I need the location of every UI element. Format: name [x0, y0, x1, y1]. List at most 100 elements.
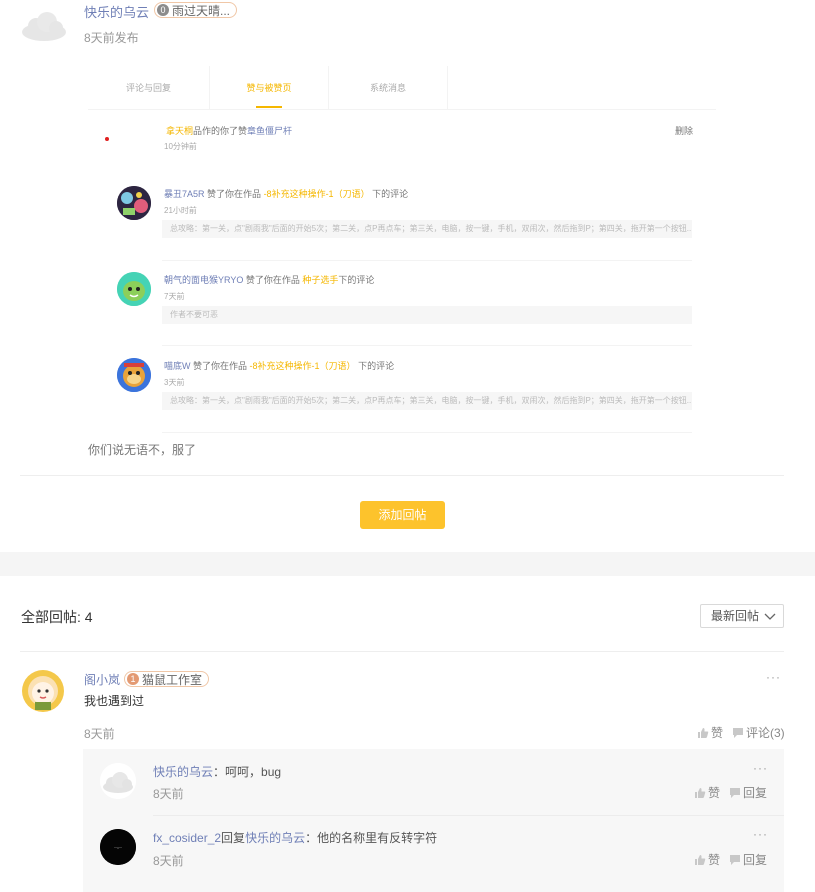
reply-author-badge[interactable]: 1 猫鼠工作室 [124, 671, 210, 687]
notif-delete: 删除 [675, 126, 694, 136]
sub-reply-author[interactable]: 快乐的乌云 [153, 765, 213, 779]
notif-user: 暴丑7A5R [164, 189, 205, 199]
robot-avatar-icon [117, 186, 151, 220]
chevron-down-icon [764, 613, 776, 620]
reply-more-button[interactable]: ··· [766, 670, 781, 684]
notif-quote: 总攻略：第一关，点"剧雨我"后面的开始5次；第二关，点P再点车；第三关，电脑，按… [162, 392, 692, 410]
thumbs-up-icon [695, 787, 706, 798]
comment-icon [730, 787, 740, 798]
notif-quote: 总攻略：第一关，点"剧雨我"后面的开始5次；第二关，点P再点车；第三关，电脑，按… [162, 220, 692, 238]
notif-time: 10分钟前 [164, 142, 197, 151]
reply-comment-button[interactable]: 评论(3) [732, 724, 785, 741]
badge-text: 猫鼠工作室 [142, 672, 203, 687]
notif-avatar [117, 358, 151, 392]
like-label: 赞 [708, 853, 721, 867]
sub-reply-like-button[interactable]: 赞 [694, 851, 720, 868]
unread-dot-icon [105, 137, 109, 141]
post-divider [20, 475, 784, 476]
sub-reply-target[interactable]: 快乐的乌云 [245, 831, 305, 845]
sub-reply-time: 8天前 [153, 854, 184, 868]
screenshot-notification-4: 喵底W 赞了你在作品 -8补充这种操作-1（刀语） 下的评论 [164, 359, 394, 372]
sub-reply-time: 8天前 [153, 787, 184, 801]
reply-author-name[interactable]: 阁小岚 [84, 671, 120, 688]
screenshot-tab-likes: 赞与被赞页 [210, 66, 329, 110]
cartoon-avatar-icon [117, 272, 151, 306]
reply-like-button[interactable]: 赞 [697, 724, 723, 741]
comment-icon [733, 727, 743, 738]
sub-reply-reply-button[interactable]: 回复 [729, 851, 767, 868]
reply-author-avatar[interactable] [21, 669, 65, 713]
comment-label: 评论(3) [746, 726, 785, 740]
notif-text-after: 下的评论 [372, 189, 409, 199]
notif-user: 拿天桐 [166, 126, 194, 136]
like-label: 赞 [708, 786, 721, 800]
add-reply-button[interactable]: 添加回帖 [360, 501, 445, 529]
post-screenshot-image[interactable]: 评论与回复 赞与被赞页 系统消息 拿天桐品作的你了赞章鱼僵尸杆 10分钟前 删除… [88, 66, 716, 438]
notif-text: 赞了你在作品 [245, 275, 300, 285]
sub-reply-separator [153, 815, 784, 816]
comment-icon [730, 854, 740, 865]
post-author-name[interactable]: 快乐的乌云 [84, 2, 149, 21]
sunflower-avatar-icon [22, 670, 64, 712]
replies-divider [20, 651, 784, 652]
sub-reply-more-button[interactable]: ··· [753, 761, 768, 775]
notif-text-after: 下的评论 [338, 275, 375, 285]
screenshot-notification-2: 暴丑7A5R 赞了你在作品 -8补充这种操作-1（刀语） 下的评论 [164, 187, 408, 200]
notif-avatar [117, 186, 151, 220]
notif-text: 赞了你在作品 [193, 361, 248, 371]
dark-avatar-icon [100, 829, 136, 865]
monkey-avatar-icon [117, 358, 151, 392]
sub-reply-like-button[interactable]: 赞 [694, 784, 720, 801]
notif-time: 21小时前 [164, 206, 197, 215]
notif-time: 7天前 [164, 292, 185, 301]
notif-work: 种子选手 [302, 275, 339, 285]
reply-time: 8天前 [84, 727, 115, 741]
notif-work: -8补充这种操作-1（刀语） [263, 189, 370, 199]
sub-reply-avatar[interactable] [100, 763, 136, 799]
sub-reply-avatar[interactable] [100, 829, 136, 865]
sub-reply-line: fx_cosider_2回复快乐的乌云：他的名称里有反转字符 [153, 829, 437, 846]
thumbs-up-icon [695, 854, 706, 865]
sub-reply-author[interactable]: fx_cosider_2 [153, 831, 221, 845]
badge-level: 1 [127, 673, 139, 685]
post-author-badge[interactable]: 0 雨过天晴... [154, 2, 238, 18]
notif-target: 章鱼僵尸杆 [247, 126, 293, 136]
notif-separator [162, 345, 692, 346]
post-body-text: 你们说无语不，服了 [88, 443, 197, 457]
screenshot-notification-1: 拿天桐品作的你了赞章鱼僵尸杆 [166, 124, 292, 137]
section-gap [0, 552, 815, 576]
sub-reply-line: 快乐的乌云：呵呵，bug [153, 763, 281, 780]
notif-separator [162, 432, 692, 433]
reply-text: 我也遇到过 [84, 694, 145, 708]
notif-text: 赞了你在作品 [207, 189, 262, 199]
sub-reply-text: ：呵呵，bug [213, 765, 282, 779]
sub-reply-reply-button[interactable]: 回复 [729, 784, 767, 801]
notif-quote: 作者不要可恶 [162, 306, 692, 324]
badge-text: 雨过天晴... [172, 3, 231, 18]
replies-count-label: 全部回帖: 4 [21, 609, 93, 625]
sort-dropdown-value: 最新回帖 [711, 609, 760, 623]
reply-label: 回复 [743, 853, 768, 867]
cloud-avatar-icon [22, 12, 66, 41]
thumbs-up-icon [698, 727, 709, 738]
notif-user: 朝气的面电猴YRYO [164, 275, 244, 285]
sub-reply-reply-word: 回复 [221, 831, 246, 845]
sub-reply-more-button[interactable]: ··· [753, 827, 768, 841]
notif-text-after: 下的评论 [358, 361, 395, 371]
notif-user: 喵底W [164, 361, 191, 371]
notif-work: -8补充这种操作-1（刀语） [249, 361, 356, 371]
screenshot-tab-bar: 评论与回复 赞与被赞页 系统消息 [88, 66, 716, 110]
post-time: 8天前发布 [84, 31, 139, 45]
notif-avatar [117, 272, 151, 306]
post-author-avatar[interactable] [20, 10, 68, 41]
screenshot-tab-underline [256, 106, 282, 108]
cloud-avatar-icon [100, 763, 136, 799]
screenshot-tab-system: 系统消息 [329, 66, 448, 110]
sort-dropdown[interactable]: 最新回帖 [700, 604, 784, 628]
screenshot-tab-comments: 评论与回复 [88, 66, 210, 110]
screenshot-notification-3: 朝气的面电猴YRYO 赞了你在作品 种子选手下的评论 [164, 273, 374, 286]
sub-reply-text: ：他的名称里有反转字符 [305, 831, 438, 845]
notif-time: 3天前 [164, 378, 185, 387]
notif-separator [162, 260, 692, 261]
notif-text: 品作的你了赞 [193, 126, 248, 136]
